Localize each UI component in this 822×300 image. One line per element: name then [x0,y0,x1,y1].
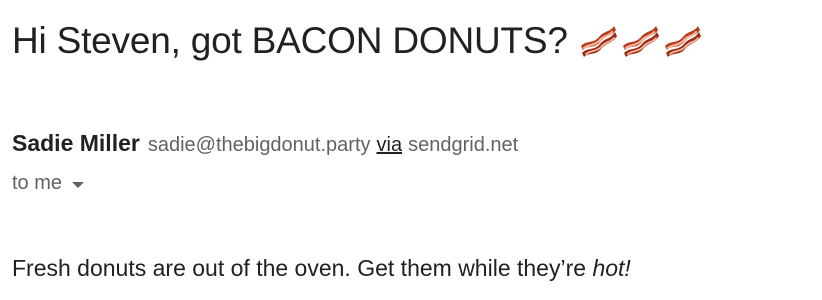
chevron-down-icon[interactable] [72,181,85,188]
email-body-emphasis: hot! [592,255,631,281]
bacon-icon [580,26,617,57]
recipient-details-toggle[interactable]: to me [12,172,85,195]
email-subject: Hi Steven, got BACON DONUTS? [12,20,568,61]
via-link[interactable]: via [377,134,403,157]
subject-row: Hi Steven, got BACON DONUTS? [12,10,704,72]
sender-name[interactable]: Sadie Miller [12,130,140,157]
subject-emoji-group [578,24,704,58]
via-domain: sendgrid.net [408,134,519,156]
bacon-icon [622,26,659,57]
sender-row: Sadie Miller sadie@thebigdonut.party via… [12,130,518,157]
email-body: Fresh donuts are out of the oven. Get th… [12,252,631,284]
email-body-text: Fresh donuts are out of the oven. Get th… [12,255,593,281]
recipient-label: to me [12,172,63,194]
sender-email: sadie@thebigdonut.party [147,134,371,156]
bacon-icon [664,26,701,57]
